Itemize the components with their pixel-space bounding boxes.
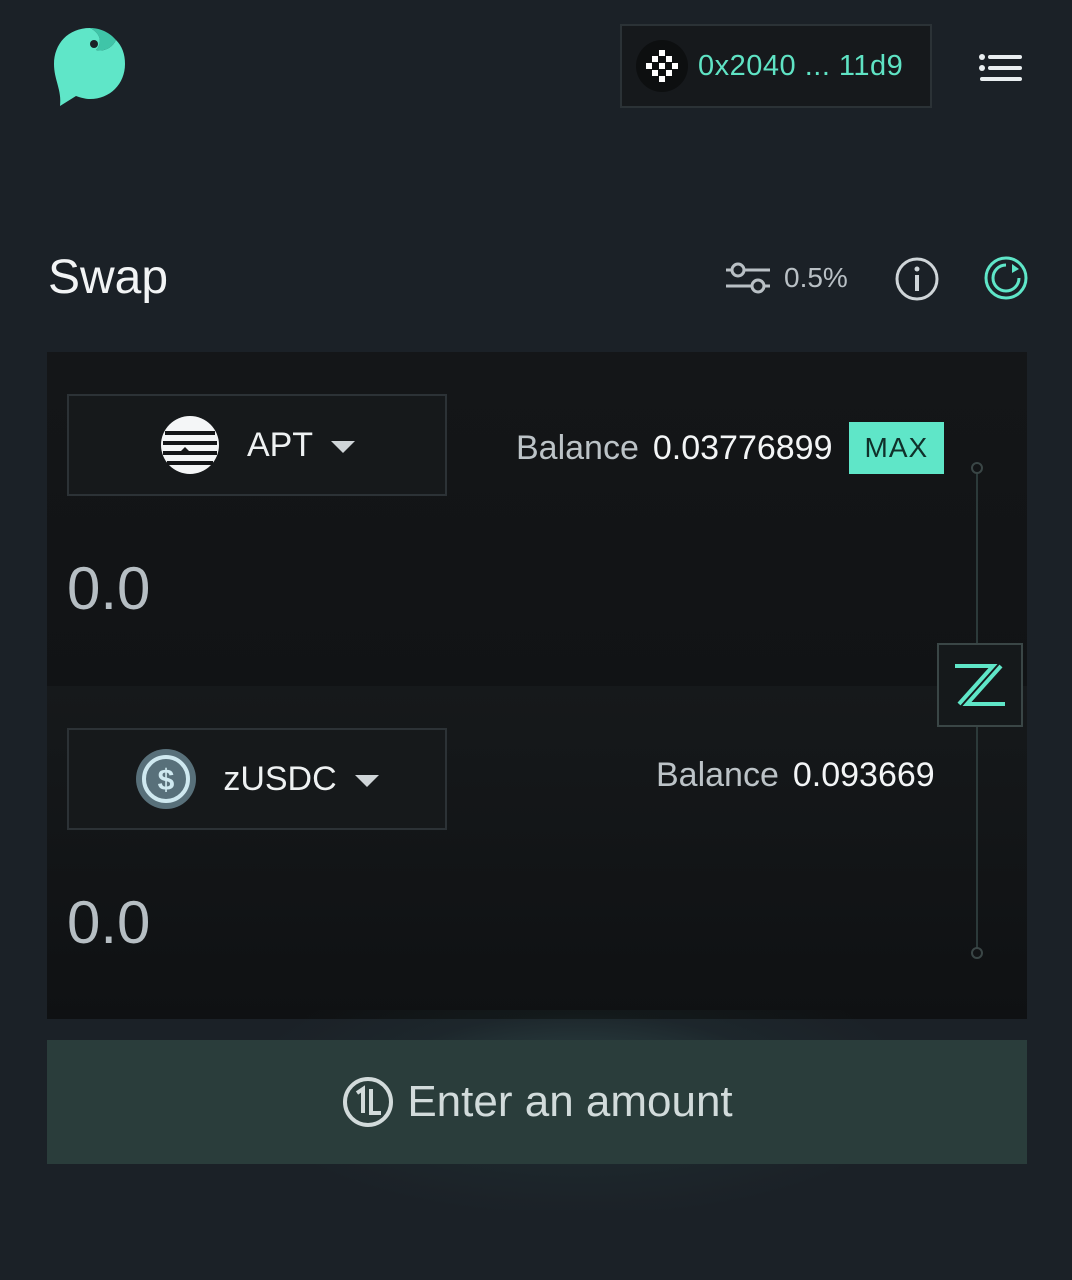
to-token-name: zUSDC bbox=[223, 759, 337, 798]
balance-value: 0.03776899 bbox=[652, 428, 833, 467]
to-amount-input[interactable] bbox=[67, 882, 887, 962]
from-balance: Balance 0.03776899 MAX bbox=[516, 422, 945, 474]
from-token-name: APT bbox=[246, 425, 314, 464]
max-button[interactable]: MAX bbox=[848, 422, 945, 474]
refresh-icon[interactable] bbox=[982, 254, 1030, 302]
chevron-down-icon bbox=[354, 775, 379, 787]
info-icon[interactable] bbox=[894, 256, 940, 302]
chevron-down-icon bbox=[331, 441, 356, 453]
balance-label: Balance bbox=[656, 756, 779, 794]
swap-direction-button[interactable] bbox=[937, 643, 1023, 727]
aptos-token-icon bbox=[160, 416, 219, 474]
wallet-avatar-icon bbox=[636, 40, 688, 92]
usdc-token-icon: $ bbox=[136, 749, 197, 809]
from-amount-input[interactable] bbox=[67, 548, 887, 628]
from-token-panel: APT Balance 0.03776899 MAX bbox=[47, 352, 1027, 686]
wallet-button[interactable]: 0x2040 ... 11d9 bbox=[620, 24, 932, 108]
to-token-panel: $ zUSDC Balance 0.093669 bbox=[47, 686, 1027, 1019]
rail-dot bbox=[971, 462, 983, 474]
page-title: Swap bbox=[48, 251, 169, 304]
rail-dot bbox=[971, 947, 983, 959]
to-balance: Balance 0.093669 bbox=[656, 756, 935, 795]
sliders-icon bbox=[726, 262, 770, 294]
slippage-settings-button[interactable]: 0.5% bbox=[724, 258, 848, 298]
slippage-value: 0.5% bbox=[784, 262, 848, 293]
balance-label: Balance bbox=[516, 428, 639, 467]
action-button-label: Enter an amount bbox=[407, 1077, 733, 1126]
liquidswap-icon bbox=[343, 1077, 394, 1127]
to-token-selector[interactable]: $ zUSDC bbox=[67, 728, 447, 830]
svg-text:$: $ bbox=[158, 764, 175, 797]
enter-amount-button[interactable]: Enter an amount bbox=[47, 1040, 1027, 1164]
balance-value: 0.093669 bbox=[792, 756, 935, 794]
from-token-selector[interactable]: APT bbox=[67, 394, 447, 496]
app-logo-icon[interactable] bbox=[50, 24, 128, 110]
hamburger-menu-icon[interactable] bbox=[978, 52, 1024, 84]
wallet-address: 0x2040 ... 11d9 bbox=[698, 49, 904, 82]
swap-direction-icon bbox=[955, 664, 1005, 706]
